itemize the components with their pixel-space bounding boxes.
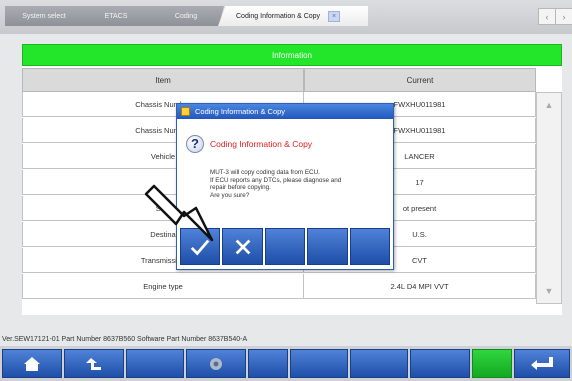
settings-button[interactable]	[186, 349, 246, 378]
chevron-left-icon[interactable]: ‹	[538, 8, 556, 25]
dialog-message-line: If ECU reports any DTCs, please diagnose…	[210, 176, 342, 184]
row-current: 2.4L D4 MPI VVT	[304, 274, 536, 298]
enter-button[interactable]	[514, 349, 570, 378]
tab-label: Coding Information & Copy	[236, 12, 321, 20]
cancel-button[interactable]	[222, 228, 263, 265]
scroll-down-icon[interactable]: ▼	[542, 285, 556, 297]
dialog-blank-button[interactable]	[264, 228, 306, 265]
dialog-button-bar	[180, 228, 391, 265]
tab-bar: System select ETACS Coding Coding Inform…	[0, 0, 572, 34]
tab-coding[interactable]: Coding	[148, 6, 224, 26]
toolbar-blank-button[interactable]	[410, 349, 470, 378]
dialog-message-line: MUT-3 will copy coding data from ECU.	[210, 169, 320, 176]
dialog-message: MUT-3 will copy coding data from ECU. If…	[210, 169, 390, 199]
dialog-blank-button[interactable]	[349, 228, 391, 265]
dialog-message-line: repair before copying.	[210, 184, 271, 192]
back-icon	[86, 357, 101, 370]
toolbar-blank-button[interactable]	[248, 349, 288, 378]
home-button[interactable]	[2, 349, 62, 378]
confirm-button[interactable]	[180, 228, 221, 265]
bottom-toolbar	[0, 346, 572, 381]
table-scrollbar[interactable]: ▲ ▼	[536, 92, 562, 304]
toolbar-blank-button[interactable]	[126, 349, 184, 378]
tab-etacs[interactable]: ETACS	[78, 6, 154, 26]
enter-icon	[531, 356, 553, 370]
gear-icon	[210, 357, 222, 370]
toolbar-blank-button[interactable]	[290, 349, 348, 378]
table-title: Information	[22, 44, 562, 66]
question-icon: ?	[186, 135, 204, 153]
toolbar-green-button[interactable]	[472, 349, 512, 378]
dialog-message-line: Are you sure?	[210, 191, 250, 199]
toolbar-blank-button[interactable]	[350, 349, 408, 378]
home-icon	[24, 356, 40, 371]
dialog-titlebar: Coding Information & Copy	[177, 104, 393, 119]
dialog-window-title: Coding Information & Copy	[195, 107, 286, 116]
tab-coding-information-copy[interactable]: Coding Information & Copy ×	[218, 6, 368, 26]
chevron-right-icon[interactable]: ›	[555, 8, 572, 25]
checkmark-icon	[190, 239, 210, 255]
row-item: Engine type	[22, 274, 304, 298]
column-header-item: Item	[22, 68, 304, 92]
dialog-heading: Coding Information & Copy	[210, 139, 313, 149]
version-text: Ver.SEW17121-01 Part Number 8637B560 Sof…	[2, 336, 248, 343]
dialog-blank-button[interactable]	[307, 228, 348, 265]
table-row: Engine type 2.4L D4 MPI VVT	[22, 274, 536, 299]
back-button[interactable]	[64, 349, 124, 378]
scroll-up-icon[interactable]: ▲	[542, 99, 556, 111]
tab-system-select[interactable]: System select	[5, 6, 83, 26]
confirm-dialog: Coding Information & Copy ? Coding Infor…	[176, 103, 394, 270]
tab-close-icon[interactable]: ×	[328, 10, 341, 22]
column-header-current: Current	[304, 68, 536, 92]
app-icon	[181, 107, 190, 116]
x-icon	[235, 239, 250, 254]
